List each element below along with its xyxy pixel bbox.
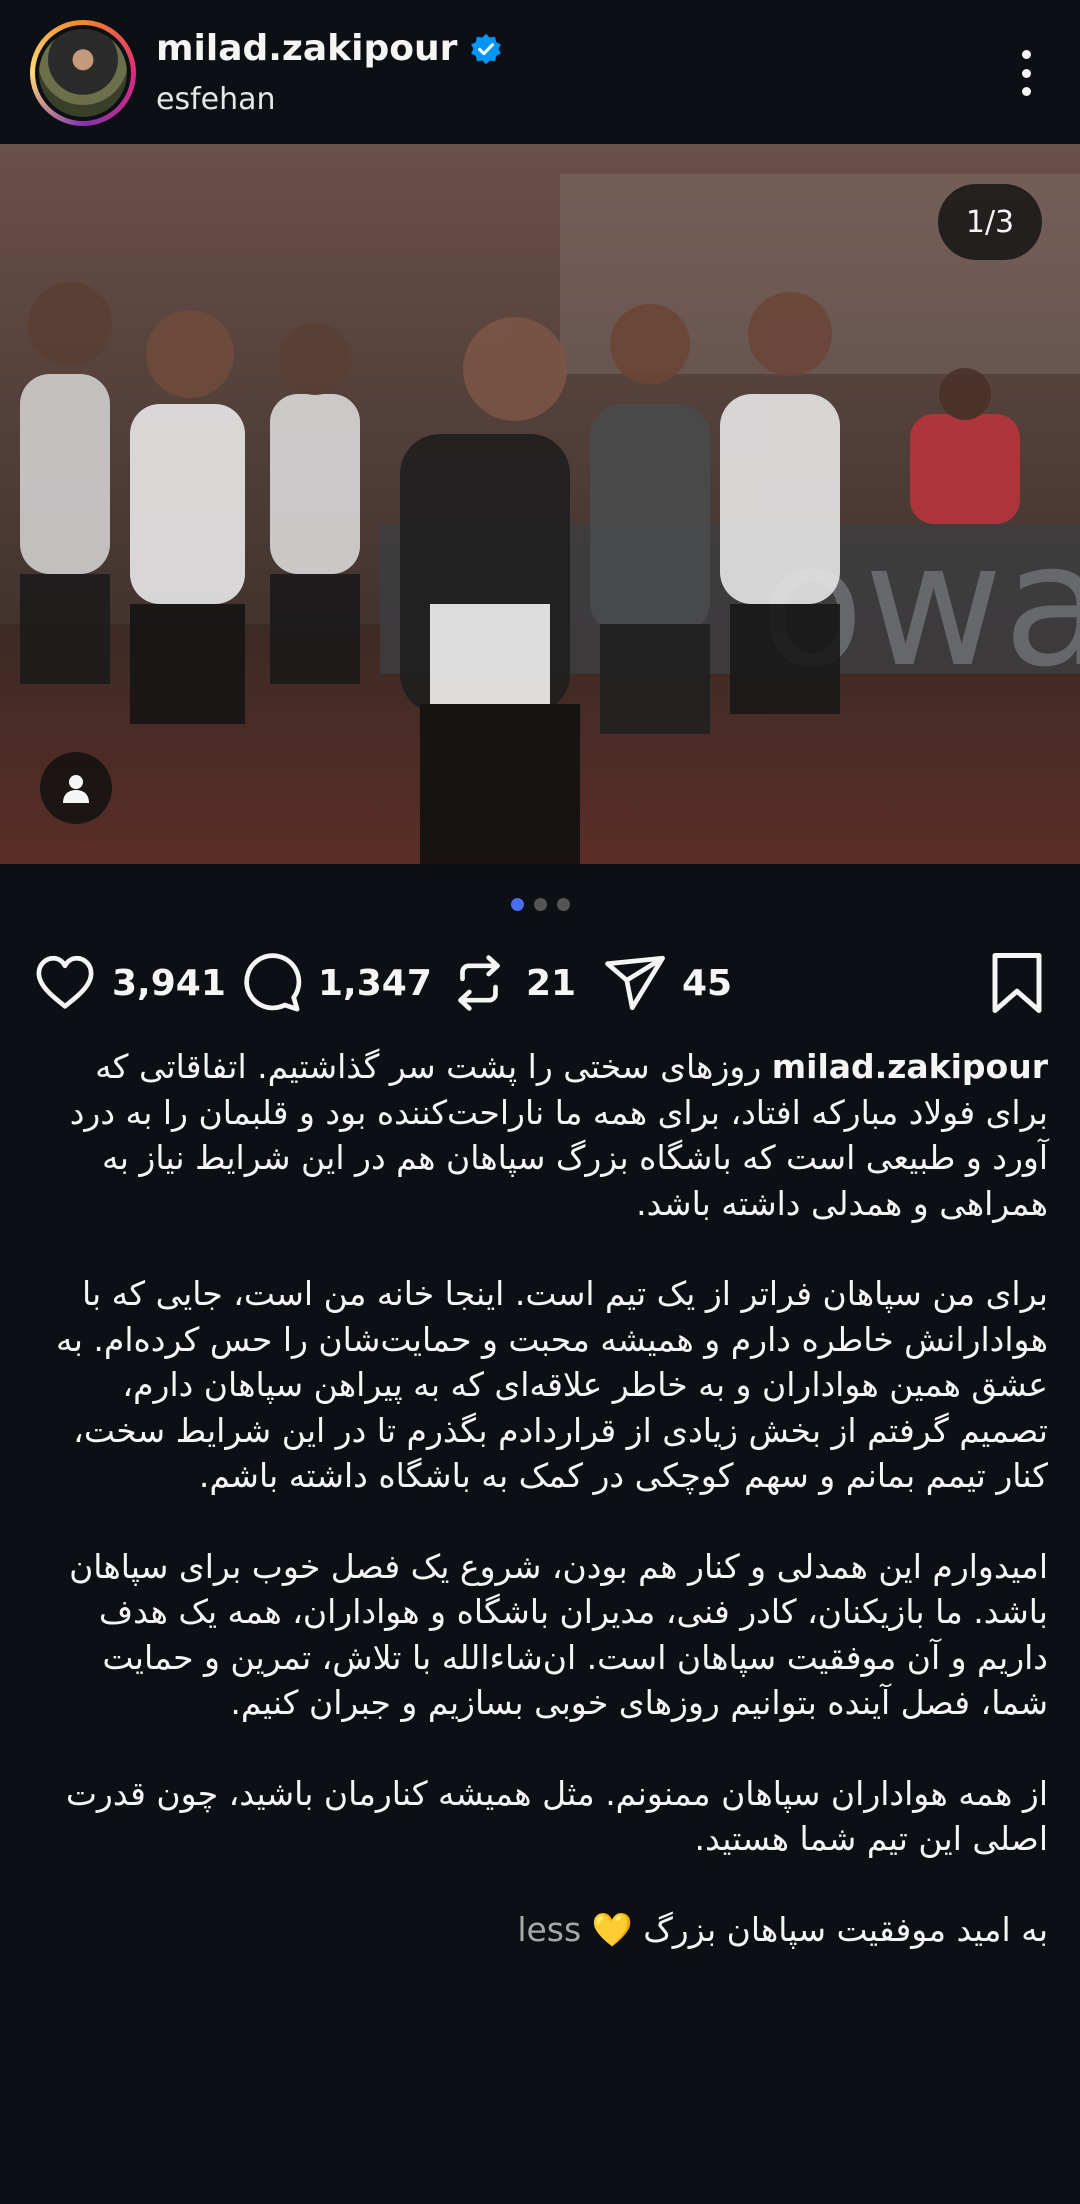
caption-paragraph-5: به امید موفقیت سپاهان بزرگ 💛 less: [32, 1907, 1048, 1953]
username[interactable]: milad.zakipour: [156, 28, 457, 69]
caption-paragraph-4: از همه هواداران سپاهان ممنونم. مثل همیشه…: [65, 1773, 1048, 1859]
verified-badge-icon: [471, 33, 502, 64]
post-photo[interactable]: owa 1/3: [0, 144, 1080, 864]
less-link[interactable]: less: [517, 1910, 581, 1949]
caption-text-5: به امید موفقیت سپاهان بزرگ: [643, 1909, 1048, 1949]
action-bar: 3,941 1,347 21 45: [32, 948, 1048, 1018]
instagram-post-screen: milad.zakipour esfehan owa 1/3 3,941 1,3…: [0, 0, 1080, 2204]
yellow-heart-emoji: 💛: [591, 1909, 633, 1949]
like-count[interactable]: 3,941: [112, 963, 226, 1004]
share-button[interactable]: 45: [602, 948, 732, 1018]
caption-paragraph-1: milad.zakipour روزهای سختی را پشت سر گذا…: [32, 1044, 1048, 1226]
like-button[interactable]: 3,941: [32, 948, 226, 1018]
user-tag-icon[interactable]: [40, 752, 112, 824]
photo-scene: owa: [0, 144, 1080, 864]
avatar-image: [39, 29, 127, 117]
repost-icon: [458, 955, 500, 1011]
share-icon: [605, 955, 665, 1011]
more-options-icon[interactable]: [1018, 50, 1034, 96]
carousel-dot: [510, 898, 524, 911]
post-header: milad.zakipour esfehan: [0, 0, 1080, 144]
comment-count[interactable]: 1,347: [318, 963, 432, 1004]
location[interactable]: esfehan: [156, 82, 276, 117]
post-caption: milad.zakipour روزهای سختی را پشت سر گذا…: [32, 1044, 1048, 1952]
caption-paragraph-3: امیدوارم این همدلی و کنار هم بودن، شروع …: [69, 1546, 1048, 1723]
caption-username[interactable]: milad.zakipour: [772, 1047, 1048, 1086]
carousel-dot: [556, 898, 570, 911]
username-row[interactable]: milad.zakipour: [156, 28, 503, 69]
share-count[interactable]: 45: [682, 963, 732, 1004]
carousel-counter: 1/3: [938, 184, 1042, 260]
repost-button[interactable]: 21: [446, 948, 576, 1018]
repost-count[interactable]: 21: [526, 963, 576, 1004]
caption-paragraph-2: برای من سپاهان فراتر از یک تیم است. اینج…: [56, 1274, 1048, 1495]
carousel-dot: [533, 898, 547, 911]
comment-icon: [244, 953, 302, 1012]
carousel-dots: [0, 898, 1080, 911]
bookmark-icon: [992, 953, 1042, 1013]
heart-icon: [36, 955, 94, 1009]
comment-button[interactable]: 1,347: [238, 948, 432, 1018]
save-button[interactable]: [986, 950, 1048, 1020]
avatar[interactable]: [30, 20, 136, 126]
